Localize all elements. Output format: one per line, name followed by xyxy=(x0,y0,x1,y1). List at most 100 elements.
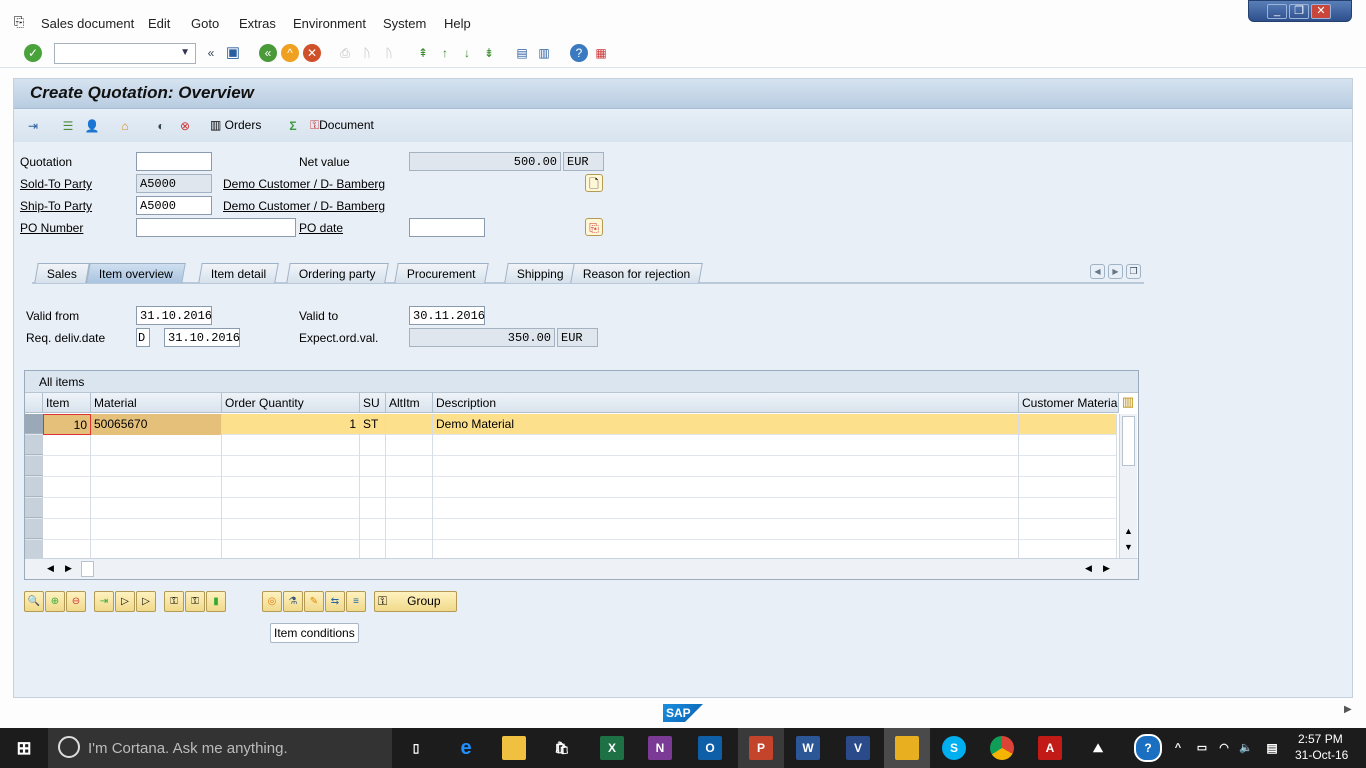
windows-start-icon[interactable]: ⊞ xyxy=(12,736,36,760)
table-cell[interactable] xyxy=(433,435,1019,456)
scroll-right-end-icon[interactable]: ▶ xyxy=(1103,563,1110,574)
wifi-icon[interactable]: ◠ xyxy=(1212,736,1236,760)
tab-scroll-right-icon[interactable]: ▶ xyxy=(1108,264,1123,279)
onenote-icon[interactable]: N xyxy=(648,736,672,760)
col-customer-material[interactable]: Customer Material xyxy=(1019,393,1119,413)
battery-icon[interactable]: ▭ xyxy=(1190,736,1214,760)
document-icon[interactable]: 🗋 xyxy=(585,174,603,192)
skype-icon[interactable]: S xyxy=(942,736,966,760)
po-date-input[interactable] xyxy=(409,218,485,237)
visio-icon[interactable]: V xyxy=(846,736,870,760)
table-cell[interactable] xyxy=(433,456,1019,477)
menu-help[interactable]: Help xyxy=(444,16,471,31)
deselect-all-icon[interactable]: ▷ xyxy=(136,591,156,612)
table-cell[interactable] xyxy=(91,456,222,477)
configuration-icon[interactable]: ⚿ xyxy=(164,591,184,612)
table-cell[interactable] xyxy=(386,456,433,477)
exit-icon[interactable]: ^ xyxy=(281,44,299,62)
first-page-icon[interactable]: ⇞ xyxy=(414,44,432,62)
edge-icon[interactable]: e xyxy=(454,736,478,760)
item-conditions-icon[interactable]: ◎ xyxy=(262,591,282,612)
table-row[interactable]: 10 50065670 1 ST Demo Material xyxy=(25,414,1117,435)
sold-to-label[interactable]: Sold-To Party xyxy=(20,177,92,191)
close-button[interactable]: ✕ xyxy=(1311,4,1331,19)
table-cell[interactable] xyxy=(222,435,360,456)
tab-sales[interactable]: Sales xyxy=(34,263,90,283)
excel-icon[interactable]: X xyxy=(600,736,624,760)
table-cell[interactable] xyxy=(360,435,386,456)
table-cell[interactable] xyxy=(222,477,360,498)
delete-row-icon[interactable]: ⊖ xyxy=(66,591,86,612)
cell-customer-material[interactable] xyxy=(1019,414,1117,435)
col-su[interactable]: SU xyxy=(360,393,386,413)
row-selector[interactable] xyxy=(25,498,43,518)
display-po-icon[interactable]: ⎘ xyxy=(585,218,603,236)
table-cell[interactable] xyxy=(1019,435,1117,456)
save-icon[interactable]: ▣ xyxy=(224,44,242,62)
cancel-icon[interactable]: ✕ xyxy=(303,44,321,62)
tab-scroll-left-icon[interactable]: ◀ xyxy=(1090,264,1105,279)
business-partner-icon[interactable]: 👤 xyxy=(83,117,101,135)
col-material[interactable]: Material xyxy=(91,393,222,413)
table-cell[interactable] xyxy=(91,498,222,519)
batch-split-icon[interactable]: ⚗ xyxy=(283,591,303,612)
menu-sales-document[interactable]: Sales document xyxy=(41,16,134,31)
select-all-icon[interactable]: ⇥ xyxy=(94,591,114,612)
table-cell[interactable] xyxy=(222,498,360,519)
next-page-icon[interactable]: ↓ xyxy=(458,44,476,62)
po-number-input[interactable] xyxy=(136,218,296,237)
ship-to-label[interactable]: Ship-To Party xyxy=(20,199,92,213)
col-order-quantity[interactable]: Order Quantity xyxy=(222,393,360,413)
table-row-empty[interactable] xyxy=(25,435,1117,456)
task-view-icon[interactable]: ▯ xyxy=(404,736,428,760)
select-all-cell[interactable] xyxy=(25,393,43,413)
menu-edit[interactable]: Edit xyxy=(148,16,170,31)
table-cell[interactable] xyxy=(433,477,1019,498)
tab-item-detail[interactable]: Item detail xyxy=(198,263,280,283)
menu-system[interactable]: System xyxy=(383,16,426,31)
col-description[interactable]: Description xyxy=(433,393,1019,413)
ordering-party-icon[interactable]: ☰ xyxy=(59,117,77,135)
ship-to-input[interactable]: A5000 xyxy=(136,196,212,215)
table-cell[interactable] xyxy=(222,519,360,540)
table-cell[interactable] xyxy=(1019,456,1117,477)
edit-item-icon[interactable]: ✎ xyxy=(304,591,324,612)
cell-description[interactable]: Demo Material xyxy=(433,414,1019,435)
document-button[interactable]: ⚿Document xyxy=(310,118,374,133)
substitute-icon[interactable]: ⇆ xyxy=(325,591,345,612)
orders-button[interactable]: ▥ Orders xyxy=(210,118,261,132)
table-cell[interactable] xyxy=(1019,498,1117,519)
scroll-thumb[interactable] xyxy=(1122,416,1135,466)
quotation-input[interactable] xyxy=(136,152,212,171)
tab-ordering-party[interactable]: Ordering party xyxy=(286,263,389,283)
row-selector[interactable] xyxy=(25,414,43,434)
col-item[interactable]: Item xyxy=(43,393,91,413)
chrome-icon[interactable] xyxy=(990,736,1014,760)
valid-from-input[interactable]: 31.10.2016 xyxy=(136,306,212,325)
command-field[interactable]: ▼ xyxy=(54,43,196,64)
store-icon[interactable]: 🛍 xyxy=(550,736,574,760)
table-cell[interactable] xyxy=(433,498,1019,519)
table-cell[interactable] xyxy=(43,498,91,519)
enter-icon[interactable]: ✓ xyxy=(24,44,42,62)
col-altitm[interactable]: AltItm xyxy=(386,393,433,413)
tab-procurement[interactable]: Procurement xyxy=(394,263,489,283)
restore-button[interactable]: ❐ xyxy=(1289,4,1309,19)
menu-environment[interactable]: Environment xyxy=(293,16,366,31)
tab-shipping[interactable]: Shipping xyxy=(504,263,577,283)
scroll-left-end-icon[interactable]: ◀ xyxy=(1085,563,1092,574)
cortana-search[interactable]: I'm Cortana. Ask me anything. xyxy=(48,728,392,768)
new-session-icon[interactable]: ▤ xyxy=(513,44,531,62)
help-icon[interactable]: ? xyxy=(570,44,588,62)
table-cell[interactable] xyxy=(386,477,433,498)
status-expand-icon[interactable]: ▶ xyxy=(1344,704,1352,715)
hscroll-thumb[interactable] xyxy=(81,561,94,577)
scroll-left-icon[interactable]: ◀ xyxy=(47,563,54,574)
clock-date[interactable]: 31-Oct-16 xyxy=(1295,748,1348,762)
valid-to-input[interactable]: 30.11.2016 xyxy=(409,306,485,325)
photos-icon[interactable]: ⛰ xyxy=(1086,736,1110,760)
cell-item[interactable]: 10 xyxy=(43,414,91,435)
cell-su[interactable]: ST xyxy=(360,414,386,435)
row-selector[interactable] xyxy=(25,477,43,497)
table-cell[interactable] xyxy=(360,456,386,477)
